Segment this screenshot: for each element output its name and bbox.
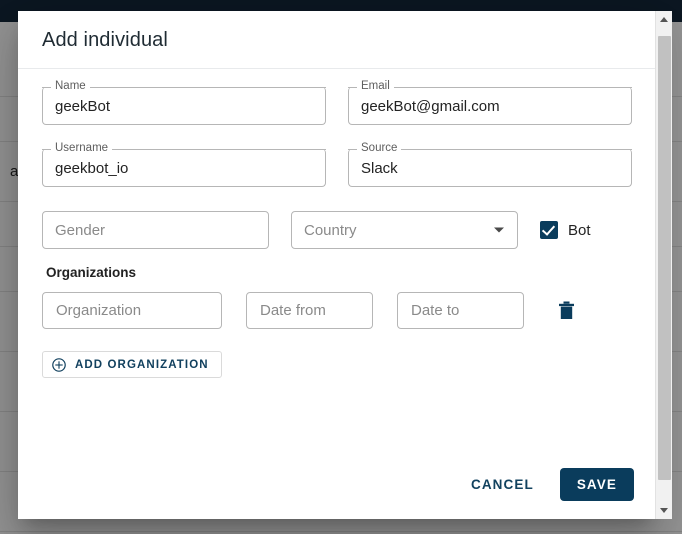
chevron-down-icon	[494, 227, 504, 233]
scrollbar-track[interactable]	[656, 28, 673, 502]
trash-icon	[559, 301, 574, 319]
gender-field-wrapper	[42, 211, 269, 249]
dialog-body: Name Email Username	[18, 69, 656, 468]
plus-circle-icon	[52, 357, 66, 372]
dialog-title: Add individual	[42, 29, 168, 51]
email-field-wrapper: Email	[348, 80, 632, 125]
name-field-wrapper: Name	[42, 80, 326, 125]
organization-date-from-input[interactable]	[246, 292, 373, 329]
add-organization-label: ADD ORGANIZATION	[75, 358, 209, 371]
add-individual-dialog: Add individual Name Email	[18, 11, 656, 519]
scrollbar-up-button[interactable]	[656, 11, 673, 28]
chevron-up-icon	[660, 17, 668, 22]
scrollbar-down-button[interactable]	[656, 502, 673, 519]
scrollbar-thumb[interactable]	[657, 36, 671, 480]
bot-checkbox-group[interactable]: Bot	[540, 211, 632, 249]
source-input[interactable]	[348, 149, 632, 187]
dialog-scrollbar[interactable]	[655, 11, 672, 519]
country-select-value: Country	[304, 221, 357, 239]
source-field-wrapper: Source	[348, 142, 632, 187]
organization-name-input[interactable]	[42, 292, 222, 329]
name-input[interactable]	[42, 87, 326, 125]
cancel-button[interactable]: CANCEL	[459, 468, 546, 501]
dialog-footer: CANCEL SAVE	[18, 468, 656, 519]
bot-checkbox[interactable]	[540, 221, 558, 239]
save-button[interactable]: SAVE	[559, 468, 634, 501]
gender-input[interactable]	[42, 211, 269, 249]
email-input[interactable]	[348, 87, 632, 125]
username-field-wrapper: Username	[42, 142, 326, 187]
field-row-name-email: Name Email	[42, 80, 632, 125]
field-row-gender-country-bot: Country Bot	[42, 211, 632, 249]
chevron-down-icon	[660, 508, 668, 513]
organizations-section-title: Organizations	[46, 265, 137, 280]
username-input[interactable]	[42, 149, 326, 187]
organization-row	[42, 292, 632, 329]
country-select[interactable]: Country	[291, 211, 518, 249]
field-row-username-source: Username Source	[42, 142, 632, 187]
delete-organization-button[interactable]	[554, 299, 579, 322]
organization-date-to-input[interactable]	[397, 292, 524, 329]
add-organization-button[interactable]: ADD ORGANIZATION	[42, 351, 222, 378]
bot-checkbox-label: Bot	[568, 221, 591, 239]
